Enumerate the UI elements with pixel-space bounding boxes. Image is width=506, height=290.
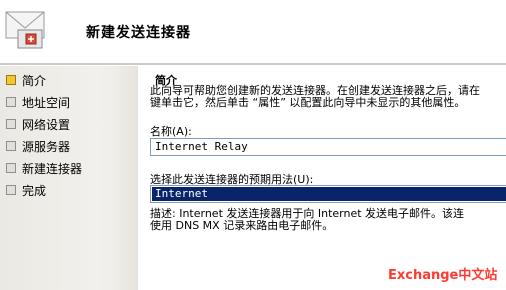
sidebar-shade [112,66,138,290]
step-network-settings[interactable]: 网络设置 [6,116,70,132]
intro-description-line: 键单击它，然后单击 “属性” 以配置此向导中未显示的其他属性。 [150,96,466,109]
name-label: 名称(A): [150,125,192,138]
step-indicator-icon [6,185,16,195]
step-intro[interactable]: 简介 [6,72,46,88]
usage-listbox[interactable]: Internet [150,185,506,203]
site-watermark: Exchange中文站 [388,268,498,283]
usage-option-internet[interactable]: Internet [152,187,506,201]
step-indicator-icon [6,119,16,129]
wizard-content: 简介 此向导可帮助您创建新的发送连接器。在创建发送连接器之后，请在 键单击它，然… [146,66,506,290]
usage-description-line: 使用 DNS MX 记录来路由电子邮件。 [150,219,334,232]
step-indicator-icon [6,141,16,151]
step-indicator-icon [6,97,16,107]
step-source-server[interactable]: 源服务器 [6,138,70,154]
usage-description: 描述: Internet 发送连接器用于向 Internet 发送电子邮件。该连… [150,208,506,232]
step-address-space[interactable]: 地址空间 [6,94,70,110]
wizard-header: 新建发送连接器 [0,0,506,58]
step-label: 源服务器 [22,139,71,154]
intro-description: 此向导可帮助您创建新的发送连接器。在创建发送连接器之后，请在 键单击它，然后单击… [150,85,506,109]
page-title: 新建发送连接器 [86,25,191,41]
step-new-connector[interactable]: 新建连接器 [6,160,82,176]
step-indicator-icon [6,75,16,85]
step-label: 简介 [22,73,47,88]
step-indicator-icon [6,163,16,173]
step-label: 完成 [22,183,47,198]
step-label: 网络设置 [22,117,71,132]
step-label: 地址空间 [22,95,71,110]
step-finish[interactable]: 完成 [6,182,46,198]
send-connector-icon [4,4,50,54]
step-label: 新建连接器 [22,161,83,176]
connector-name-input[interactable]: Internet Relay [150,138,506,156]
